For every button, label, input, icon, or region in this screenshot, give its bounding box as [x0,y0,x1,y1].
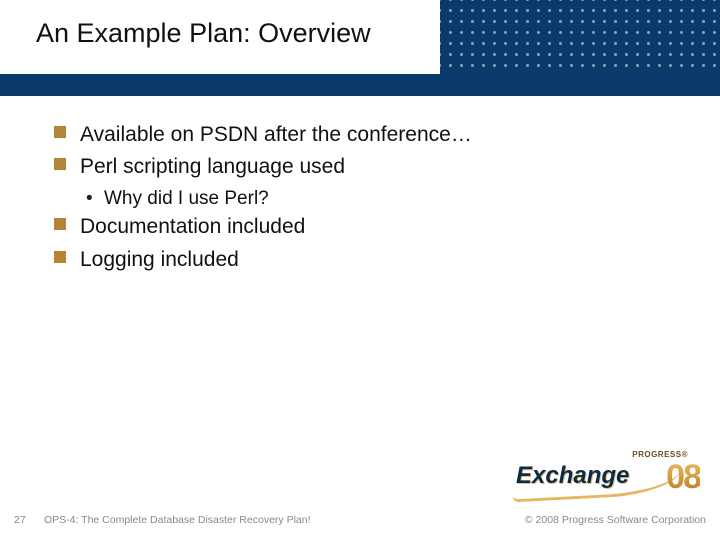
bullet-text: Perl scripting language used [80,155,345,178]
logo-year: 08 [666,458,700,497]
bullet-text: Why did I use Perl? [104,188,269,209]
header-dot-pattern [440,0,720,74]
bullet-item: Perl scripting language used [54,152,680,182]
slide-title: An Example Plan: Overview [36,18,371,49]
body-content: Available on PSDN after the conference… … [54,120,680,277]
footer-title: OPS-4: The Complete Database Disaster Re… [44,514,311,526]
logo-exchange-word: Exchange [516,462,629,490]
sub-bullet-item: • Why did I use Perl? [80,185,680,213]
bullet-item: Documentation included [54,212,680,242]
footer-copyright: © 2008 Progress Software Corporation [525,514,706,526]
bullet-item: Available on PSDN after the conference… [54,120,680,150]
bullet-text: Available on PSDN after the conference… [80,123,472,146]
header: An Example Plan: Overview [0,0,720,74]
bullet-item: Logging included [54,245,680,275]
page-number: 27 [14,514,26,526]
bullet-dot-icon: • [86,185,93,213]
footer: 27 OPS-4: The Complete Database Disaster… [0,500,720,540]
bullet-text: Logging included [80,248,239,271]
slide: An Example Plan: Overview Available on P… [0,0,720,540]
bullet-text: Documentation included [80,215,305,238]
